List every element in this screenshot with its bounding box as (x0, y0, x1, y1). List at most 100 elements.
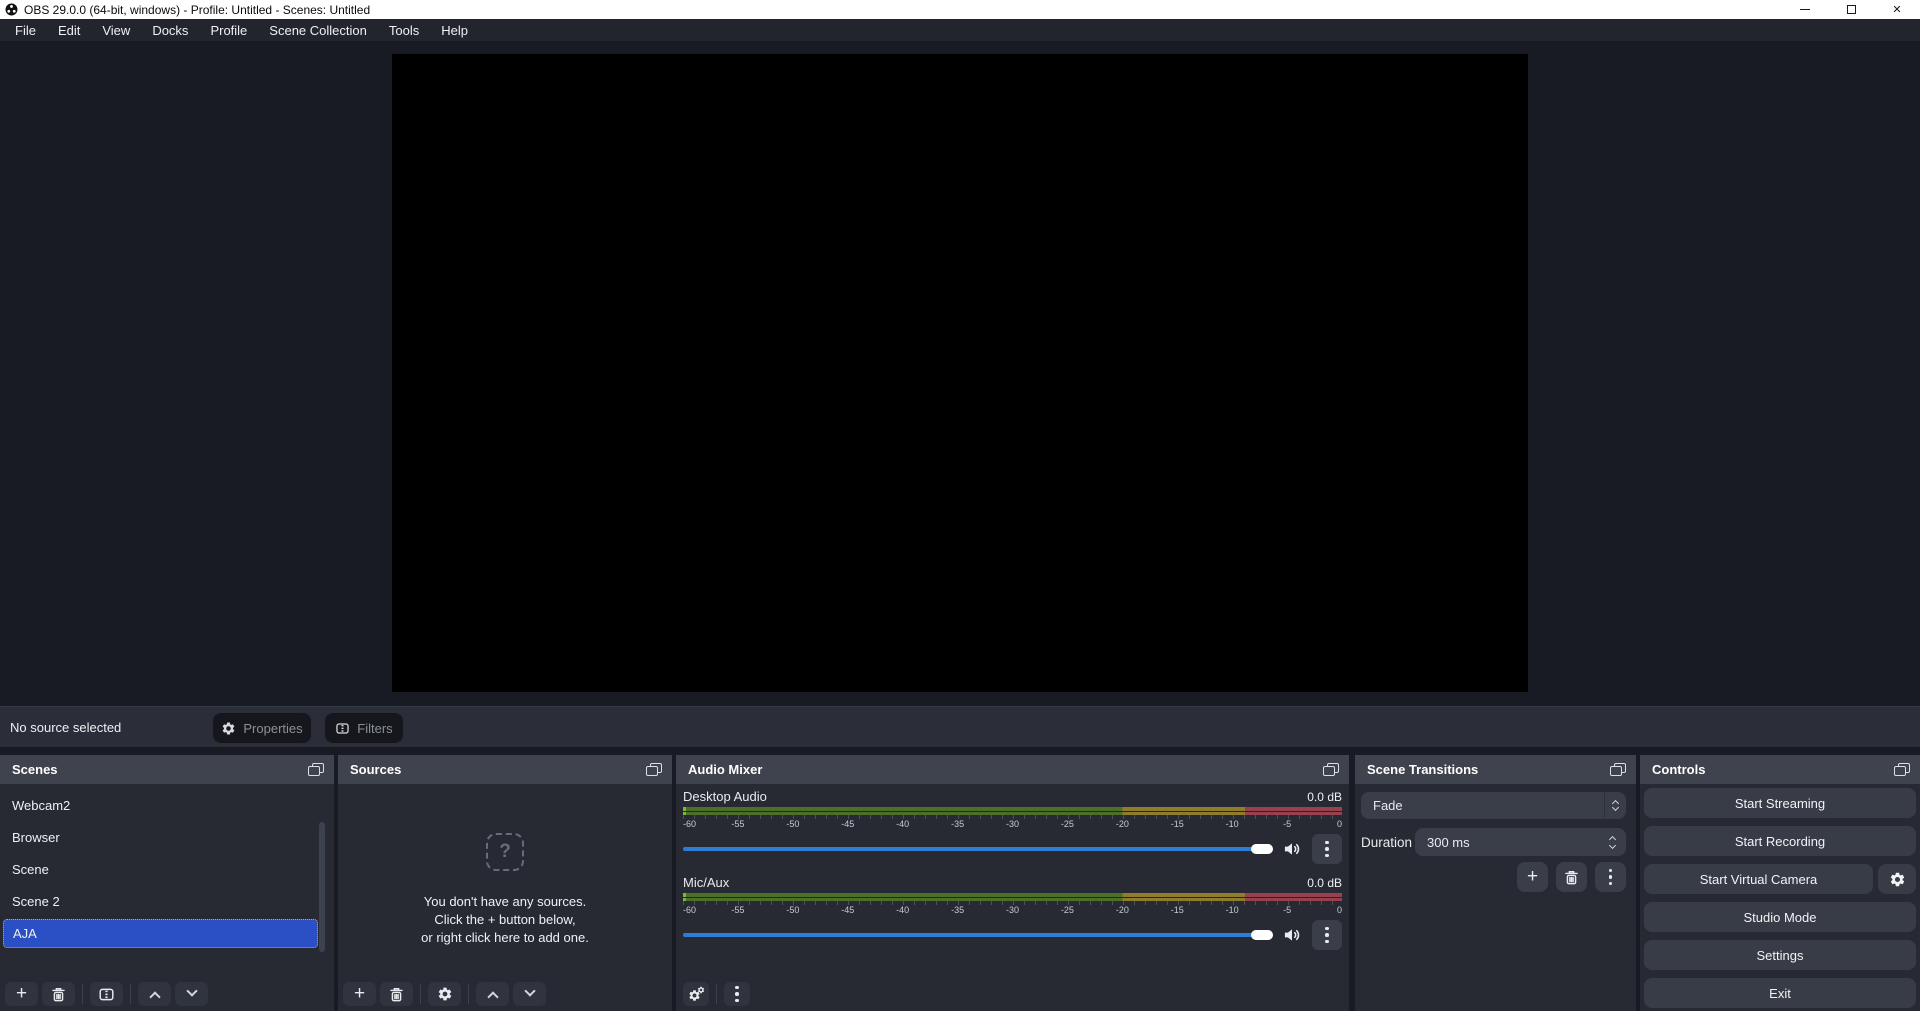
meter-tick-label: -25 (1061, 819, 1074, 829)
volume-slider-handle[interactable] (1251, 844, 1273, 854)
window-title: OBS 29.0.0 (64-bit, windows) - Profile: … (24, 3, 370, 17)
scene-item[interactable]: Scene 2 (0, 885, 334, 917)
spin-down-icon[interactable] (1608, 841, 1615, 848)
add-scene-button[interactable]: + (5, 982, 38, 1006)
chevron-up-icon (487, 991, 498, 1002)
plus-icon: + (1527, 868, 1538, 886)
dots-vertical-icon (1325, 841, 1329, 858)
menu-help[interactable]: Help (430, 19, 479, 41)
popout-dock-icon[interactable] (646, 763, 662, 776)
exit-button[interactable]: Exit (1644, 978, 1916, 1008)
menu-edit[interactable]: Edit (47, 19, 91, 41)
sources-empty-state: ? You don't have any sources. Click the … (338, 833, 672, 947)
scene-item[interactable]: Webcam2 (0, 789, 334, 821)
transition-select[interactable]: Fade (1361, 792, 1626, 819)
empty-state-line: or right click here to add one. (338, 929, 672, 947)
toolbar-separator (420, 984, 421, 1004)
popout-dock-icon[interactable] (1894, 763, 1910, 776)
menu-file[interactable]: File (4, 19, 47, 41)
mixer-channel-desktop-audio: Desktop Audio 0.0 dB -60-55-50-45-40-35-… (683, 784, 1342, 864)
meter-tick-label: -40 (896, 819, 909, 829)
program-canvas[interactable] (392, 54, 1528, 692)
menu-view[interactable]: View (91, 19, 141, 41)
meter-tick-label: -30 (1006, 905, 1019, 915)
transitions-toolbar: + (1517, 862, 1626, 892)
mixer-toolbar (683, 982, 750, 1006)
dots-vertical-icon (1325, 927, 1329, 944)
close-icon: ✕ (1892, 3, 1901, 16)
scene-item[interactable]: Browser (0, 821, 334, 853)
restore-icon (1847, 5, 1856, 14)
speaker-icon (1282, 839, 1302, 859)
toolbar-separator (82, 984, 83, 1004)
remove-source-button[interactable] (380, 982, 413, 1006)
audio-mixer-dock-header: Audio Mixer (676, 755, 1349, 784)
preview-area (0, 41, 1920, 706)
transition-selected-value: Fade (1361, 798, 1403, 813)
sources-dock: Sources ? You don't have any sources. Cl… (338, 755, 672, 1011)
duration-spinbox[interactable]: 300 ms (1415, 828, 1626, 856)
mixer-menu-button[interactable] (724, 982, 750, 1006)
source-properties-button[interactable] (428, 982, 461, 1006)
menu-scene-collection[interactable]: Scene Collection (258, 19, 378, 41)
scenes-toolbar: + (5, 982, 208, 1006)
start-streaming-button[interactable]: Start Streaming (1644, 788, 1916, 818)
dots-vertical-icon (1609, 869, 1613, 886)
transition-menu-button[interactable] (1595, 862, 1626, 892)
popout-dock-icon[interactable] (1610, 763, 1626, 776)
scene-item-label: Scene (12, 862, 49, 877)
move-source-down-button[interactable] (513, 982, 546, 1006)
toolbar-separator (716, 984, 717, 1004)
move-scene-up-button[interactable] (138, 982, 171, 1006)
mute-toggle[interactable] (1282, 925, 1302, 945)
channel-menu-button[interactable] (1312, 834, 1342, 864)
volume-slider[interactable] (683, 930, 1273, 940)
channel-name: Desktop Audio (683, 789, 767, 804)
mixer-channel-mic-aux: Mic/Aux 0.0 dB -60-55-50-45-40-35-30-25-… (683, 870, 1342, 950)
start-virtual-camera-button[interactable]: Start Virtual Camera (1644, 864, 1873, 894)
spin-arrows (1602, 837, 1626, 848)
popout-dock-icon[interactable] (1323, 763, 1339, 776)
move-source-up-button[interactable] (476, 982, 509, 1006)
menu-tools[interactable]: Tools (378, 19, 430, 41)
scene-filters-button[interactable] (90, 982, 123, 1006)
chevron-down-icon (1612, 804, 1619, 811)
settings-button[interactable]: Settings (1644, 940, 1916, 970)
scene-item-label: Browser (12, 830, 60, 845)
meter-tick-label: -20 (1116, 905, 1129, 915)
advanced-audio-properties-button[interactable] (683, 982, 709, 1006)
mute-toggle[interactable] (1282, 839, 1302, 859)
volume-slider-handle[interactable] (1251, 930, 1273, 940)
filters-button[interactable]: Filters (325, 713, 403, 743)
scene-item-rename-field[interactable]: AJA (3, 919, 318, 948)
controls-dock-title: Controls (1652, 762, 1705, 777)
scene-item[interactable]: Scene (0, 853, 334, 885)
properties-button[interactable]: Properties (213, 713, 311, 743)
move-scene-down-button[interactable] (175, 982, 208, 1006)
popout-dock-icon[interactable] (308, 763, 324, 776)
add-transition-button[interactable]: + (1517, 862, 1548, 892)
remove-scene-button[interactable] (42, 982, 75, 1006)
filters-button-label: Filters (357, 721, 392, 736)
gear-icon (1889, 871, 1906, 888)
restore-button[interactable] (1828, 0, 1874, 19)
start-recording-button[interactable]: Start Recording (1644, 826, 1916, 856)
studio-mode-button[interactable]: Studio Mode (1644, 902, 1916, 932)
menu-docks[interactable]: Docks (141, 19, 199, 41)
meter-tick-label: -55 (731, 905, 744, 915)
chevron-down-icon (186, 985, 197, 996)
close-button[interactable]: ✕ (1874, 0, 1920, 19)
volume-slider-rail (683, 847, 1273, 851)
minimize-button[interactable] (1782, 0, 1828, 19)
scenes-dock: Scenes Webcam2 Browser Scene Scene 2 AJA… (0, 755, 334, 1011)
channel-menu-button[interactable] (1312, 920, 1342, 950)
scenes-scrollbar[interactable] (319, 822, 325, 952)
sources-dock-header: Sources (338, 755, 672, 784)
scene-list: Webcam2 Browser Scene Scene 2 AJA (0, 784, 334, 948)
add-source-button[interactable]: + (343, 982, 376, 1006)
virtual-camera-settings-button[interactable] (1878, 864, 1916, 894)
volume-slider[interactable] (683, 844, 1273, 854)
remove-transition-button[interactable] (1556, 862, 1587, 892)
menu-profile[interactable]: Profile (199, 19, 258, 41)
scenes-dock-title: Scenes (12, 762, 58, 777)
